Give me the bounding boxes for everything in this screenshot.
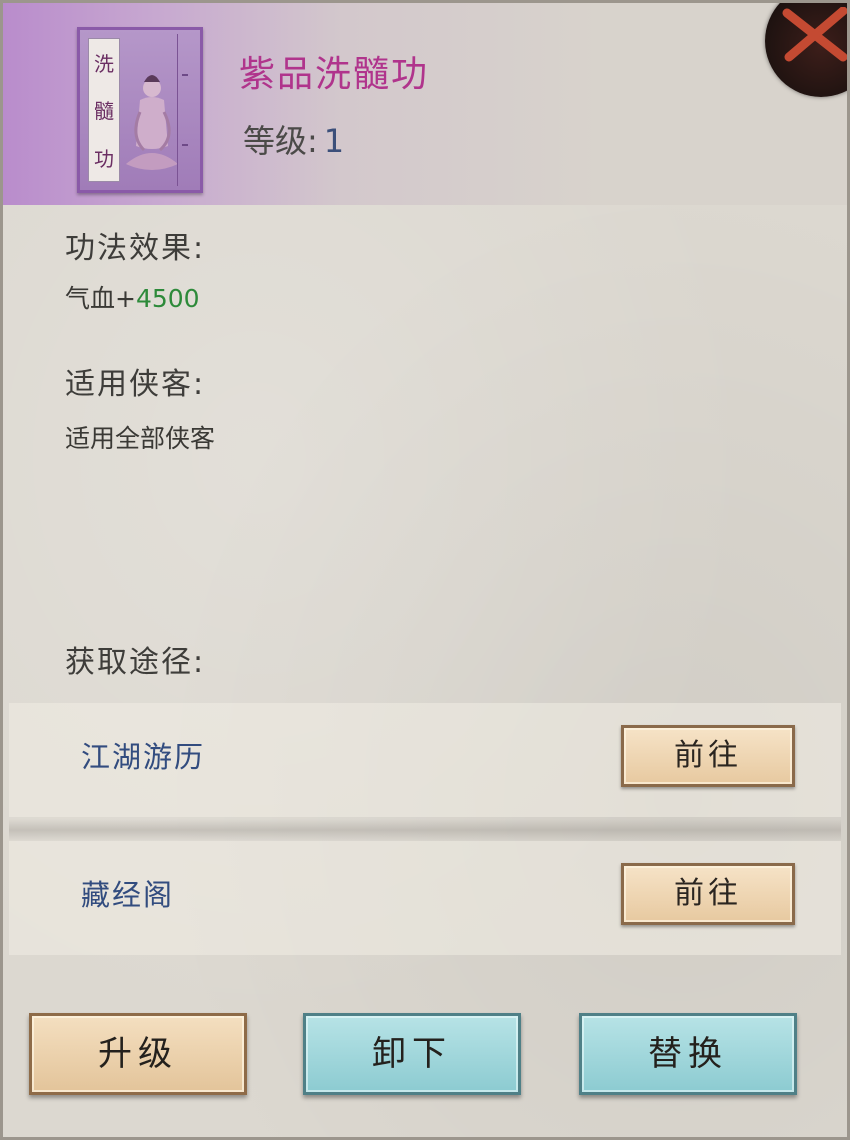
book-binding — [177, 34, 194, 186]
applicable-text: 适用全部侠客 — [65, 424, 216, 453]
close-icon — [782, 7, 847, 62]
skill-level: 等级: 1 — [243, 121, 344, 161]
skill-detail-panel: 洗 髓 功 紫品洗髓功 等级: 1 功法效果: 气血+4500 适用侠客: 适用… — [0, 0, 850, 1140]
skill-header: 洗 髓 功 紫品洗髓功 等级: 1 — [3, 3, 847, 205]
route-row-jianghu: 江湖游历 前往 — [9, 703, 841, 817]
level-value: 1 — [323, 122, 345, 160]
go-button[interactable]: 前往 — [621, 863, 795, 925]
go-button[interactable]: 前往 — [621, 725, 795, 787]
row-divider — [9, 819, 841, 841]
skill-name: 紫品洗髓功 — [239, 54, 430, 95]
replace-button[interactable]: 替换 — [579, 1013, 797, 1095]
route-name: 藏经阁 — [81, 878, 175, 912]
meditating-figure-icon — [126, 75, 178, 170]
route-row-library: 藏经阁 前往 — [9, 841, 841, 955]
level-label: 等级: — [243, 122, 318, 160]
effect-stat: 气血+4500 — [65, 283, 200, 315]
stat-value: 4500 — [135, 284, 200, 313]
upgrade-button[interactable]: 升级 — [29, 1013, 247, 1095]
book-title-strip: 洗 髓 功 — [88, 38, 120, 182]
route-name: 江湖游历 — [81, 740, 206, 774]
effect-label: 功法效果: — [65, 231, 206, 266]
skill-book-icon: 洗 髓 功 — [77, 27, 203, 193]
book-title-char: 功 — [94, 146, 114, 171]
acquire-label: 获取途径: — [65, 645, 206, 680]
stat-name: 气血+ — [65, 284, 136, 313]
book-title-char: 髓 — [94, 99, 114, 124]
book-title-char: 洗 — [94, 52, 114, 77]
unequip-button[interactable]: 卸下 — [303, 1013, 521, 1095]
applicable-label: 适用侠客: — [65, 367, 206, 402]
